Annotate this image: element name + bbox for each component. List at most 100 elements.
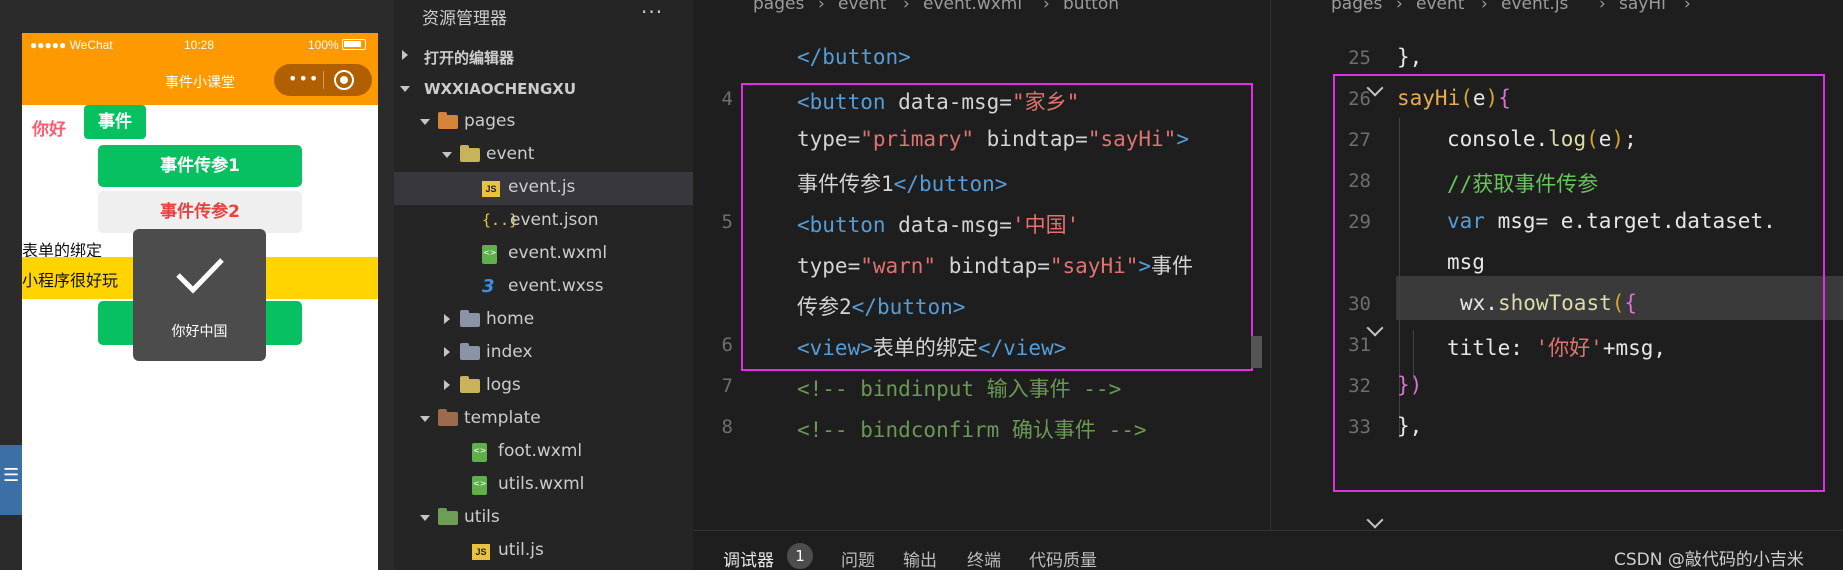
breadcrumb-item[interactable]: event.wxml [923, 0, 1022, 14]
chevron-down-icon[interactable] [442, 152, 452, 158]
tree-item-event-json[interactable]: {..} event.json [394, 205, 693, 238]
tree-item-event[interactable]: event [394, 139, 693, 172]
event-button[interactable]: 事件 [84, 105, 146, 139]
tree-item-template[interactable]: template [394, 403, 693, 436]
navigation-bar: ●●●●● WeChat 10:28 100% 事件小课堂 ••• [22, 33, 378, 105]
breadcrumb-item[interactable]: event [838, 0, 886, 14]
breadcrumb-item[interactable]: event.js [1501, 0, 1568, 14]
js-file-icon: JS [472, 544, 490, 560]
line-number: 8 [721, 416, 733, 438]
toast-text: 你好中国 [171, 324, 228, 340]
editor-wxml[interactable]: pages › event › event.wxml › button </button> 4… [693, 0, 1270, 530]
chevron-right-icon[interactable] [444, 347, 450, 357]
breadcrumb: pages › event › event.js › sayHi › [1271, 0, 1843, 18]
tree-item-utils-wxml[interactable]: utils.wxml [394, 469, 693, 502]
more-icon[interactable]: ••• [288, 69, 319, 88]
tree-item-utils[interactable]: utils [394, 502, 693, 535]
more-actions-icon[interactable]: ··· [641, 0, 663, 24]
debugger-count-badge: 1 [787, 543, 813, 569]
breadcrumb-separator: › [1599, 0, 1606, 14]
code-token: <!-- bindinput 输入事件 --> [797, 377, 1122, 401]
tab-code-quality[interactable]: 代码质量 [1029, 546, 1097, 570]
editor-sash[interactable] [1251, 336, 1262, 368]
folder-icon [460, 310, 480, 327]
checkmark-icon [176, 258, 224, 294]
battery-icon [342, 39, 366, 50]
breadcrumb-separator: › [1481, 0, 1488, 14]
warn-button[interactable]: 事件传参2 [98, 191, 302, 233]
editor-js[interactable]: pages › event › event.js › sayHi › 25}, 26 sayHi(… [1270, 0, 1843, 530]
chevron-right-icon[interactable] [402, 50, 408, 60]
phone-screen: ●●●●● WeChat 10:28 100% 事件小课堂 ••• 你好 事件 … [22, 33, 378, 570]
breadcrumb-item[interactable]: pages [1331, 0, 1382, 14]
wxml-file-icon [472, 443, 487, 462]
simulator-side-strip[interactable]: ☰ [0, 445, 22, 515]
tree-item-util-js[interactable]: JS util.js [394, 535, 693, 568]
chevron-down-icon[interactable] [420, 119, 430, 125]
tree-item-label: event.json [510, 210, 599, 230]
code-line[interactable]: <!-- bindinput 输入事件 --> [797, 373, 1121, 403]
breadcrumb: pages › event › event.wxml › button [693, 0, 1270, 18]
breadcrumb-separator: › [1396, 0, 1403, 14]
tree-item-event-wxml[interactable]: event.wxml [394, 238, 693, 271]
tree-item-label: 打开的编辑器 [424, 49, 515, 67]
chevron-right-icon[interactable] [444, 380, 450, 390]
close-target-icon[interactable] [334, 70, 354, 90]
toast: 你好中国 [133, 229, 266, 361]
breadcrumb-item[interactable]: button [1063, 0, 1119, 14]
folder-icon [460, 343, 480, 360]
chevron-down-icon[interactable] [420, 515, 430, 521]
code-line[interactable]: }, [1397, 45, 1422, 69]
tree-item-label: WXXIAOCHENGXU [424, 80, 577, 98]
breadcrumb-item[interactable]: sayHi [1619, 0, 1666, 14]
tree-item-label: utils.wxml [498, 474, 585, 494]
chevron-down-icon[interactable] [400, 86, 410, 92]
folder-icon [438, 112, 458, 129]
js-file-icon: JS [482, 181, 500, 197]
yellow-view-text: 小程序很好玩 [22, 271, 119, 290]
fold-chevron-icon[interactable] [1366, 511, 1384, 529]
tab-debugger[interactable]: 调试器 [723, 546, 774, 570]
capsule-menu[interactable]: ••• [274, 64, 372, 96]
breadcrumb-item[interactable]: event [1416, 0, 1464, 14]
tab-problems[interactable]: 问题 [841, 546, 875, 570]
breadcrumb-item[interactable]: pages [753, 0, 804, 14]
chevron-right-icon[interactable] [444, 314, 450, 324]
tree-item-event-wxss[interactable]: 3 event.wxss [394, 271, 693, 304]
code-line[interactable]: </button> [797, 45, 911, 69]
code-line[interactable]: <!-- bindconfirm 确认事件 --> [797, 414, 1147, 444]
breadcrumb-separator: › [818, 0, 825, 14]
explorer-title: 资源管理器 [422, 9, 507, 29]
line-number: 7 [721, 375, 733, 397]
line-number: 4 [721, 88, 733, 110]
tree-item-label: foot.wxml [498, 441, 583, 461]
tab-output[interactable]: 输出 [903, 546, 937, 570]
status-battery-text: 100% [308, 38, 339, 52]
folder-icon [438, 409, 458, 426]
tree-item-label: home [486, 309, 535, 329]
simulator-panel: ☰ ●●●●● WeChat 10:28 100% 事件小课堂 ••• 你好 事… [0, 0, 394, 570]
tree-item-home[interactable]: home [394, 304, 693, 337]
code-token: }, [1397, 45, 1423, 69]
tree-item-pages[interactable]: pages [394, 106, 693, 139]
tree-item-label: pages [464, 111, 516, 131]
menu-icon: ☰ [3, 465, 20, 486]
tree-item-event-js[interactable]: JS event.js [394, 172, 693, 205]
watermark: CSDN @敲代码的小吉米 [1614, 550, 1804, 570]
tree-item-index[interactable]: index [394, 337, 693, 370]
tree-item-label: event [486, 144, 535, 164]
primary-button[interactable]: 事件传参1 [98, 145, 302, 187]
tree-item-logs[interactable]: logs [394, 370, 693, 403]
tree-item-label: template [464, 408, 541, 428]
breadcrumb-separator: › [1043, 0, 1050, 14]
wxss-file-icon: 3 [482, 276, 495, 297]
tree-item-label: index [486, 342, 533, 362]
tab-terminal[interactable]: 终端 [967, 546, 1001, 570]
highlight-annotation [741, 83, 1253, 371]
tree-item-foot-wxml[interactable]: foot.wxml [394, 436, 693, 469]
explorer-sidebar: 资源管理器 ··· 打开的编辑器 WXXIAOCHENGXU pages event J… [394, 0, 693, 570]
tree-item-wxxiaochengxu[interactable]: WXXIAOCHENGXU [394, 73, 693, 106]
tree-item--[interactable]: 打开的编辑器 [394, 40, 693, 73]
folder-icon [460, 145, 480, 162]
chevron-down-icon[interactable] [420, 416, 430, 422]
